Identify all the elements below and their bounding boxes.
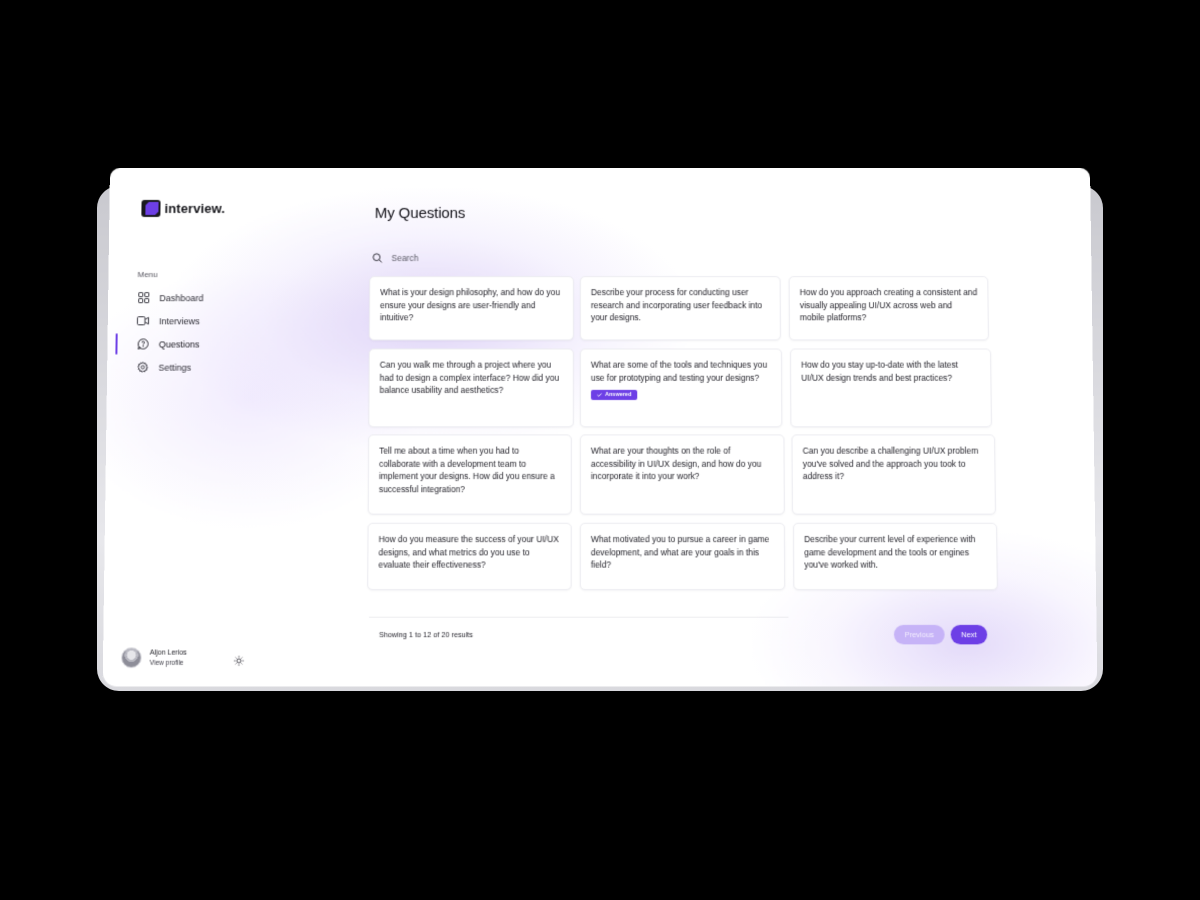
question-text: How do you measure the success of your U…: [378, 533, 560, 572]
gear-icon: [135, 360, 149, 374]
sidebar-nav: Dashboard Interviews Questions Settings: [107, 286, 329, 379]
page-title: My Questions: [375, 205, 466, 222]
video-icon: [136, 314, 150, 328]
question-text: Tell me about a time when you had to col…: [379, 445, 561, 497]
user-profile[interactable]: Aljon Lerios View profile: [121, 647, 187, 668]
status-badge: Answered: [591, 390, 638, 400]
question-card[interactable]: Describe your process for conducting use…: [580, 276, 781, 340]
search-bar: [372, 252, 673, 264]
theme-toggle-button[interactable]: [233, 655, 245, 667]
grid-icon: [136, 291, 150, 305]
question-card[interactable]: Can you walk me through a project where …: [368, 349, 574, 428]
sidebar-item-label: Interviews: [159, 316, 200, 326]
next-button[interactable]: Next: [951, 625, 988, 644]
profile-name: Aljon Lerios: [150, 649, 187, 656]
sidebar-item-questions[interactable]: Questions: [107, 332, 328, 355]
logo-text: interview.: [164, 201, 225, 216]
previous-button[interactable]: Previous: [894, 625, 945, 644]
question-card[interactable]: Can you describe a challenging UI/UX pro…: [791, 434, 995, 514]
view-profile-link[interactable]: View profile: [150, 659, 187, 666]
question-text: How do you stay up-to-date with the late…: [801, 359, 980, 385]
question-text: What is your design philosophy, and how …: [380, 286, 563, 324]
stage: interview. Menu Dashboard Interviews Que…: [0, 0, 1200, 900]
question-text: Can you describe a challenging UI/UX pro…: [803, 445, 985, 484]
menu-label: Menu: [138, 270, 158, 279]
sidebar-item-settings[interactable]: Settings: [107, 356, 329, 379]
logo-icon: [141, 200, 160, 217]
app-window: interview. Menu Dashboard Interviews Que…: [103, 168, 1098, 686]
question-card[interactable]: How do you approach creating a consisten…: [789, 276, 989, 340]
question-text: What are some of the tools and technique…: [591, 359, 771, 385]
question-card[interactable]: What motivated you to pursue a career in…: [580, 523, 785, 590]
question-text: Describe your process for conducting use…: [591, 286, 770, 324]
question-text: What motivated you to pursue a career in…: [591, 533, 774, 572]
question-card[interactable]: What are your thoughts on the role of ac…: [580, 434, 785, 514]
divider: [369, 617, 788, 618]
sun-icon: [234, 656, 244, 666]
question-card[interactable]: Describe your current level of experienc…: [793, 523, 998, 590]
app-logo[interactable]: interview.: [141, 200, 225, 217]
question-text: What are your thoughts on the role of ac…: [591, 445, 774, 484]
question-card[interactable]: What is your design philosophy, and how …: [369, 276, 574, 340]
question-card[interactable]: Tell me about a time when you had to col…: [368, 434, 572, 514]
results-count: Showing 1 to 12 of 20 results: [379, 630, 473, 639]
sidebar-item-label: Settings: [158, 362, 191, 372]
sidebar-item-label: Questions: [159, 339, 200, 349]
question-text: Can you walk me through a project where …: [380, 359, 563, 397]
search-input[interactable]: [389, 252, 644, 264]
check-icon: [597, 393, 602, 397]
question-text: How do you approach creating a consisten…: [800, 286, 978, 324]
avatar: [121, 647, 142, 668]
question-card[interactable]: How do you stay up-to-date with the late…: [790, 349, 992, 428]
badge-label: Answered: [605, 392, 631, 398]
question-text: Describe your current level of experienc…: [804, 533, 986, 572]
sidebar-item-interviews[interactable]: Interviews: [108, 309, 329, 332]
sidebar-item-dashboard[interactable]: Dashboard: [108, 286, 329, 309]
question-card[interactable]: What are some of the tools and technique…: [580, 349, 783, 428]
sidebar-item-label: Dashboard: [159, 293, 203, 303]
search-icon: [372, 253, 382, 263]
question-card[interactable]: How do you measure the success of your U…: [367, 523, 572, 590]
chat-question-icon: [136, 337, 150, 351]
